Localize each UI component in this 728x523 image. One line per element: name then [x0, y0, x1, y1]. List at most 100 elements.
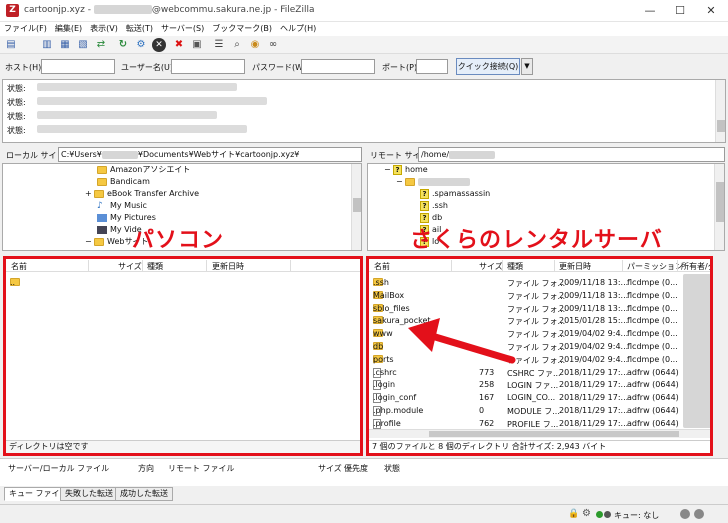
toggle-log-icon[interactable]: ▥: [40, 38, 54, 52]
table-row[interactable]: www ファイル フォ... 2019/04/02 9:4... flcdmpe (0…: [369, 325, 710, 339]
column-size[interactable]: サイズ: [479, 261, 503, 272]
queue-column-file[interactable]: サーバー/ローカル ファイル: [8, 463, 109, 474]
collapse-icon[interactable]: −: [384, 164, 393, 176]
remote-list-hscrollbar[interactable]: [369, 429, 710, 438]
queue-column-direction[interactable]: 方向: [138, 463, 154, 474]
column-type[interactable]: 種類: [507, 261, 523, 272]
cell-name: .cshrc: [373, 367, 397, 377]
remote-status-text: 7 個のファイルと 8 個のディレクトリ 合計サイズ: 2,943 バイト: [369, 440, 710, 453]
column-name[interactable]: 名前: [374, 261, 390, 272]
unknown-folder-icon: ?: [420, 212, 429, 223]
table-row[interactable]: .php.module 0 MODULE フ... 2018/11/29 17:...…: [369, 402, 710, 416]
toolbar: ▤ ▥ ▦ ▧ ⇄ ↻ ⚙ ✕ ✖ ▣ ☰ ⌕ ◉ ∞: [0, 36, 728, 54]
status-led-icon: [604, 511, 611, 518]
window-title: cartoonjp.xyz - @webcommu.sakura.ne.jp -…: [24, 5, 315, 15]
tree-item[interactable]: ? .spamassassin: [420, 188, 490, 200]
local-site-path-input[interactable]: C:¥Users¥ ¥Documents¥Webサイト¥cartoonjp.xyz…: [58, 147, 362, 162]
column-name[interactable]: 名前: [11, 261, 27, 272]
sync-browse-icon[interactable]: ◉: [248, 38, 262, 52]
collapse-icon[interactable]: −: [396, 176, 405, 188]
password-input[interactable]: [301, 59, 375, 74]
compare-icon[interactable]: ⌕: [230, 38, 244, 52]
redacted-owner-column: [683, 274, 710, 428]
table-row[interactable]: MailBox ファイル フォ... 2009/11/18 13:... flcdmp…: [369, 287, 710, 301]
cell-date: 2018/11/29 17:...: [559, 380, 629, 390]
column-permissions[interactable]: パーミッション: [627, 261, 683, 272]
minimize-button[interactable]: —: [636, 2, 664, 20]
menu-bar: ファイル(F) 編集(E) 表示(V) 転送(T) サーバー(S) ブックマーク(B) ヘル…: [0, 22, 728, 36]
table-row[interactable]: .login_conf 167 LOGIN_CO... 2018/11/29 17:.…: [369, 389, 710, 404]
column-modified[interactable]: 更新日時: [559, 261, 591, 272]
username-input[interactable]: [171, 59, 245, 74]
column-owner[interactable]: 所有者/グ: [681, 261, 710, 272]
reconnect-icon[interactable]: ▣: [190, 38, 204, 52]
queue-column-priority[interactable]: 優先度: [344, 463, 368, 474]
redacted-folder-name: [418, 177, 470, 186]
table-row[interactable]: sblo_files ファイル フォ... 2009/11/18 13:... flc…: [369, 300, 710, 314]
collapse-icon[interactable]: −: [85, 236, 94, 248]
table-row[interactable]: .cshrc 773 CSHRC ファ... 2018/11/29 17:... adf…: [369, 364, 710, 378]
maximize-button[interactable]: ☐: [666, 2, 694, 20]
column-size[interactable]: サイズ: [118, 261, 142, 272]
cell-name: .profile: [373, 418, 401, 428]
menu-bookmarks[interactable]: ブックマーク(B): [208, 22, 276, 36]
toggle-local-tree-icon[interactable]: ▦: [58, 38, 72, 52]
menu-help[interactable]: ヘルプ(H): [276, 22, 320, 36]
queue-column-remote[interactable]: リモート ファイル: [168, 463, 235, 474]
remote-tree-scrollbar[interactable]: [714, 164, 724, 250]
queue-column-size[interactable]: サイズ: [318, 463, 342, 474]
tree-item[interactable]: −? home: [384, 164, 428, 176]
quickconnect-dropdown-button[interactable]: ▼: [521, 58, 533, 75]
search-icon[interactable]: ∞: [266, 38, 280, 52]
log-line: 状態:: [7, 98, 26, 107]
tab-failed-transfers[interactable]: 失敗した転送: [60, 487, 118, 501]
cancel-icon[interactable]: ✕: [152, 38, 166, 52]
tab-successful-transfers[interactable]: 成功した転送: [115, 487, 173, 501]
disconnect-icon[interactable]: ✖: [172, 38, 186, 52]
column-modified[interactable]: 更新日時: [212, 261, 244, 272]
toggle-remote-tree-icon[interactable]: ▧: [76, 38, 90, 52]
close-button[interactable]: ✕: [697, 2, 725, 20]
redacted-log-text: [37, 111, 217, 119]
tree-item[interactable]: ? .ssh: [420, 200, 448, 212]
folder-icon: [97, 177, 107, 186]
cell-date: 2018/11/29 17:...: [559, 367, 629, 377]
filter-icon[interactable]: ☰: [212, 38, 226, 52]
menu-transfer[interactable]: 転送(T): [122, 22, 157, 36]
table-row[interactable]: .login 258 LOGIN ファ... 2018/11/29 17:... adf…: [369, 376, 710, 391]
menu-view[interactable]: 表示(V): [86, 22, 122, 36]
remote-site-path-input[interactable]: /home/: [418, 147, 725, 162]
list-item[interactable]: ..: [6, 274, 360, 287]
menu-server[interactable]: サーバー(S): [157, 22, 208, 36]
site-manager-icon[interactable]: ▤: [4, 38, 18, 52]
cell-perm: adfrw (0644): [627, 406, 679, 415]
host-input[interactable]: [41, 59, 115, 74]
cell-perm: adfrw (0644): [627, 367, 679, 377]
pictures-icon: [97, 213, 107, 222]
local-tree-scrollbar[interactable]: [351, 164, 361, 250]
menu-file[interactable]: ファイル(F): [0, 22, 51, 36]
table-row[interactable]: db ファイル フォ... 2019/04/02 9:4... flcdmpe (0.…: [369, 338, 710, 352]
table-row[interactable]: ports ファイル フォ... 2019/04/02 9:4... flcdmpe …: [369, 351, 710, 365]
refresh-icon[interactable]: ↻: [116, 38, 130, 52]
tree-item[interactable]: + eBook Transfer Archive: [85, 188, 199, 200]
process-queue-icon[interactable]: ⚙: [134, 38, 148, 52]
quickconnect-bar: ホスト(H): ユーザー名(U): パスワード(W): ポート(P): クイック…: [0, 55, 728, 79]
expand-icon[interactable]: +: [85, 188, 94, 200]
table-row[interactable]: sakura_pocket ファイル フォ... 2015/01/28 15:...…: [369, 312, 710, 326]
table-row[interactable]: .ssh ファイル フォ... 2009/11/18 13:... flcdmpe (…: [369, 274, 710, 288]
tree-item[interactable]: −: [396, 176, 470, 188]
folder-icon: [405, 177, 415, 186]
user-label: ユーザー名(U):: [121, 63, 176, 72]
quickconnect-button[interactable]: クイック接続(Q): [456, 58, 520, 75]
menu-edit[interactable]: 編集(E): [51, 22, 86, 36]
tree-item[interactable]: ♪ My Music: [97, 200, 147, 212]
tree-item[interactable]: Bandicam: [97, 176, 150, 188]
log-scrollbar[interactable]: [715, 80, 725, 142]
port-input[interactable]: [416, 59, 448, 74]
table-row[interactable]: .profile 762 PROFILE フ... 2018/11/29 17:...…: [369, 415, 710, 429]
transfer-queue-icon[interactable]: ⇄: [94, 38, 108, 52]
queue-column-status[interactable]: 状態: [384, 463, 400, 474]
tree-item[interactable]: Amazonアソシエイト: [97, 164, 190, 176]
column-type[interactable]: 種類: [147, 261, 163, 272]
